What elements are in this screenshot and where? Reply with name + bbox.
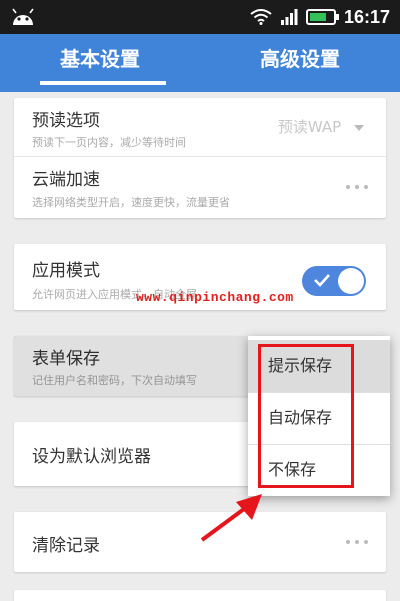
setting-subtitle: 选择网络类型开启，速度更快，流量更省	[32, 196, 230, 209]
tab-advanced-settings[interactable]: 高级设置	[200, 34, 400, 92]
preread-value[interactable]: 预读WAP	[278, 116, 364, 137]
setting-cloud-acceleration[interactable]: 云端加速 选择网络类型开启，速度更快，流量更省	[14, 157, 386, 218]
settings-card-network: 预读选项 预读下一页内容，减少等待时间 预读WAP 云端加速 选择网络类型开启，…	[14, 98, 386, 218]
tab-bar: 基本设置 高级设置	[0, 34, 400, 92]
setting-title: 清除记录	[32, 536, 100, 556]
status-bar: 16:17	[0, 0, 400, 34]
setting-title: 应用模式	[32, 261, 100, 281]
signal-icon	[280, 9, 298, 25]
more-icon[interactable]	[346, 540, 368, 546]
more-icon[interactable]	[346, 185, 368, 191]
wifi-icon	[250, 9, 272, 25]
check-icon	[314, 274, 330, 287]
settings-card-partial	[14, 590, 386, 601]
setting-title: 设为默认浏览器	[32, 447, 151, 467]
clock: 16:17	[343, 6, 390, 27]
android-icon	[12, 8, 34, 25]
battery-icon	[305, 9, 339, 25]
setting-subtitle: 预读下一页内容，减少等待时间	[32, 136, 186, 149]
setting-preread[interactable]: 预读选项 预读下一页内容，减少等待时间 预读WAP	[14, 98, 386, 156]
watermark: www.qinpinchang.com	[136, 290, 294, 305]
app-mode-toggle[interactable]	[302, 266, 366, 296]
setting-title: 云端加速	[32, 170, 100, 190]
active-tab-indicator	[40, 81, 166, 85]
annotation-highlight-box	[258, 344, 354, 488]
toggle-knob	[338, 268, 364, 294]
preread-value-label: 预读WAP	[277, 118, 342, 136]
setting-title: 预读选项	[32, 111, 100, 131]
dropdown-arrow-icon	[354, 124, 364, 131]
annotation-arrow-icon	[200, 494, 262, 542]
